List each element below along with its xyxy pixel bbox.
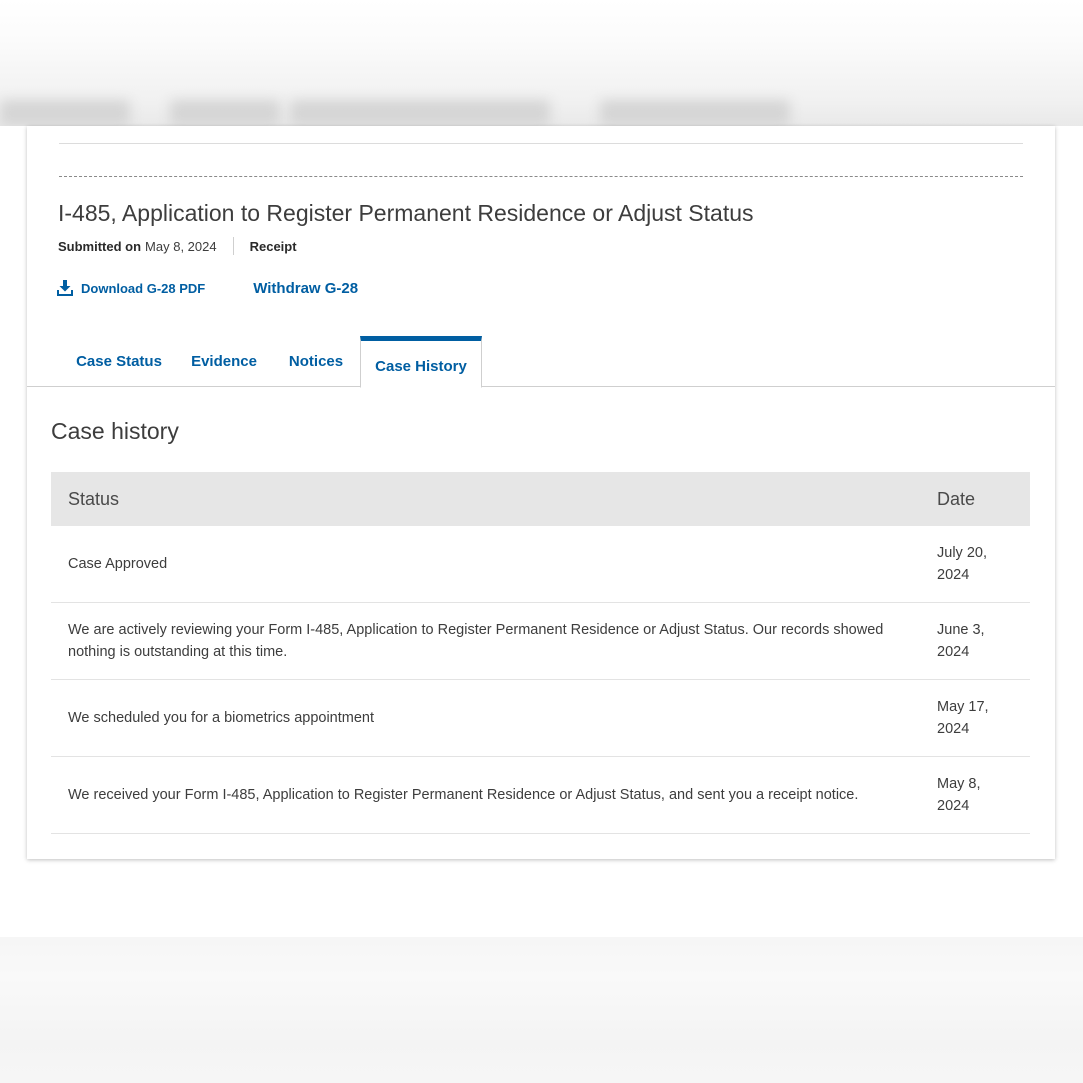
date-cell: May 8, 2024 (937, 776, 981, 814)
table-row: We scheduled you for a biometrics appoin… (51, 680, 1030, 757)
table-row: We received your Form I-485, Application… (51, 757, 1030, 834)
column-header-date: Date (937, 488, 976, 509)
table-header: Status Date (51, 472, 1030, 526)
column-header-status: Status (68, 488, 120, 509)
divider (59, 143, 1023, 144)
table-row: Case Approved July 20, 2024 (51, 526, 1030, 603)
blurred-nav-segment (0, 100, 130, 126)
submitted-date: May 8, 2024 (145, 238, 217, 254)
blurred-nav-segment (290, 100, 550, 126)
tab-case-status[interactable]: Case Status (69, 336, 169, 387)
status-cell: Case Approved (68, 556, 168, 572)
blurred-nav-segment (600, 100, 790, 126)
blurred-footer (0, 937, 1083, 1083)
form-title: I-485, Application to Register Permanent… (58, 200, 754, 226)
download-icon (57, 280, 73, 296)
case-card: I-485, Application to Register Permanent… (27, 126, 1055, 859)
receipt-label: Receipt (249, 238, 297, 254)
date-cell: May 17, 2024 (937, 699, 989, 737)
status-cell: We scheduled you for a biometrics appoin… (68, 710, 375, 726)
tab-case-history[interactable]: Case History (360, 336, 482, 388)
date-cell: July 20, 2024 (937, 545, 987, 583)
section-title: Case history (51, 418, 179, 444)
form-actions: Download G-28 PDF Withdraw G-28 (56, 276, 358, 300)
submission-meta: Submitted on May 8, 2024 Receipt (58, 237, 297, 255)
status-cell: We received your Form I-485, Application… (68, 787, 859, 803)
submitted-label: Submitted on (58, 238, 142, 254)
table-row: We are actively reviewing your Form I-48… (51, 603, 1030, 680)
download-g28-label: Download G-28 PDF (81, 280, 206, 296)
withdraw-g28-link[interactable]: Withdraw G-28 (253, 280, 358, 297)
blurred-nav-segment (170, 100, 280, 126)
tab-notices[interactable]: Notices (282, 336, 350, 387)
tab-evidence[interactable]: Evidence (184, 336, 264, 387)
date-cell: June 3, 2024 (937, 622, 985, 660)
dashed-divider (59, 176, 1023, 177)
meta-separator (232, 237, 234, 255)
status-cell: We are actively reviewing your Form I-48… (68, 622, 884, 660)
case-history-table: Status Date Case Approved July 20, 2024 … (51, 472, 1030, 834)
blurred-header (0, 0, 1083, 126)
case-tabs: Case Status Evidence Notices Case Histor… (27, 336, 1055, 388)
download-g28-link[interactable]: Download G-28 PDF (56, 279, 205, 297)
